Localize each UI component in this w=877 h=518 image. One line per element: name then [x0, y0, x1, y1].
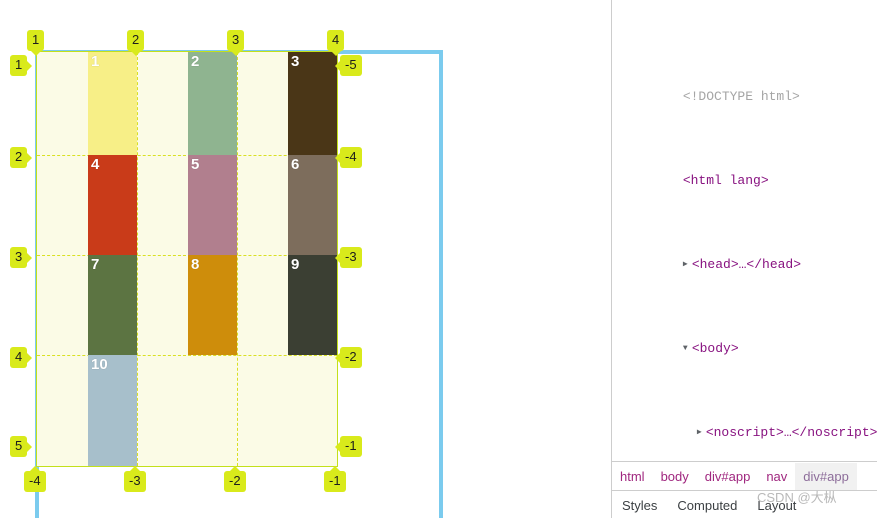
grid-item-label: 10	[91, 356, 108, 373]
breadcrumb[interactable]: html body div#app nav div#app	[612, 461, 877, 491]
noscript-tag: <noscript>…</noscript>	[705, 425, 877, 440]
grid-item-label: 7	[91, 256, 100, 273]
dom-line-noscript[interactable]: ▶ <noscript>…</noscript>	[612, 401, 877, 440]
dom-line-doctype: <!DOCTYPE html>	[612, 65, 877, 104]
body-open-tag: <body>	[691, 341, 739, 356]
grid-item-label: 2	[191, 53, 200, 70]
doctype-text: <!DOCTYPE html>	[682, 89, 800, 104]
dom-tree[interactable]: <!DOCTYPE html> <html lang> ▶ <head>…</he…	[612, 0, 877, 457]
chevron-right-icon[interactable]: ▶	[669, 422, 706, 443]
dom-line-body-open[interactable]: ▼ <body>	[612, 317, 877, 356]
breadcrumb-item-html[interactable]: html	[612, 463, 653, 491]
grid-row-badge-left[interactable]: 3	[10, 247, 33, 268]
dom-line-head[interactable]: ▶ <head>…</head>	[612, 233, 877, 272]
breadcrumb-item-div-app-selected[interactable]: div#app	[795, 462, 857, 491]
head-tag: <head>…</head>	[691, 257, 802, 272]
grid-line-horizontal	[37, 355, 337, 356]
grid-line-vertical	[137, 52, 138, 466]
grid-item[interactable]: 9	[288, 255, 337, 355]
page-viewport: 1 2 3 4 5 6 7 8 9 10 1 2 3 4 -4 -3 -2 -1…	[0, 0, 611, 518]
tab-computed[interactable]: Computed	[667, 492, 747, 518]
grid-item-label: 3	[291, 53, 300, 70]
grid-item[interactable]: 8	[188, 255, 237, 355]
grid-row-badge-left[interactable]: 5	[10, 436, 33, 457]
grid-item[interactable]: 3	[288, 52, 337, 155]
grid-row-badge-left[interactable]: 1	[10, 55, 33, 76]
grid-row-badge-left[interactable]: 2	[10, 147, 33, 168]
grid-item-label: 6	[291, 156, 300, 173]
grid-column-badge-top[interactable]: 2	[127, 30, 145, 56]
breadcrumb-item-div-app[interactable]: div#app	[697, 463, 759, 491]
tab-layout[interactable]: Layout	[747, 492, 806, 518]
grid-column-badge-bottom[interactable]: -1	[324, 466, 346, 492]
grid-column-badge-top[interactable]: 4	[327, 30, 345, 56]
grid-item-label: 9	[291, 256, 300, 273]
grid-row-badge-right[interactable]: -5	[335, 55, 362, 76]
grid-container-overlay: 1 2 3 4 5 6 7 8 9 10	[36, 51, 338, 467]
breadcrumb-item-nav[interactable]: nav	[758, 463, 795, 491]
grid-column-badge-bottom[interactable]: -2	[224, 466, 246, 492]
grid-line-vertical	[237, 52, 238, 466]
grid-row-badge-right[interactable]: -2	[335, 347, 362, 368]
grid-item[interactable]: 5	[188, 155, 237, 255]
grid-item[interactable]: 7	[88, 255, 137, 355]
devtools-sidebar-tabs[interactable]: Styles Computed Layout	[612, 490, 877, 518]
grid-item-label: 8	[191, 256, 200, 273]
html-open-tag: <html lang>	[682, 173, 769, 188]
grid-item-label: 5	[191, 156, 200, 173]
grid-row-badge-right[interactable]: -3	[335, 247, 362, 268]
chevron-right-icon[interactable]: ▶	[669, 254, 692, 275]
grid-column-badge-top[interactable]: 3	[227, 30, 245, 56]
tab-styles[interactable]: Styles	[612, 492, 667, 518]
grid-item-label: 4	[91, 156, 100, 173]
grid-row-badge-right[interactable]: -4	[335, 147, 362, 168]
grid-row-badge-left[interactable]: 4	[10, 347, 33, 368]
grid-item[interactable]: 2	[188, 52, 237, 155]
grid-column-badge-bottom[interactable]: -4	[24, 466, 46, 492]
grid-item-label: 1	[91, 53, 100, 70]
chevron-down-icon[interactable]: ▼	[669, 338, 692, 359]
grid-column-badge-top[interactable]: 1	[27, 30, 45, 56]
breadcrumb-item-body[interactable]: body	[653, 463, 697, 491]
dom-line-html-open[interactable]: <html lang>	[612, 149, 877, 188]
grid-column-badge-bottom[interactable]: -3	[124, 466, 146, 492]
grid-row-badge-right[interactable]: -1	[335, 436, 362, 457]
grid-item[interactable]: 10	[88, 355, 137, 466]
grid-item[interactable]: 6	[288, 155, 337, 255]
devtools-panel: <!DOCTYPE html> <html lang> ▶ <head>…</he…	[611, 0, 877, 518]
grid-item[interactable]: 4	[88, 155, 137, 255]
grid-item[interactable]: 1	[88, 52, 137, 155]
